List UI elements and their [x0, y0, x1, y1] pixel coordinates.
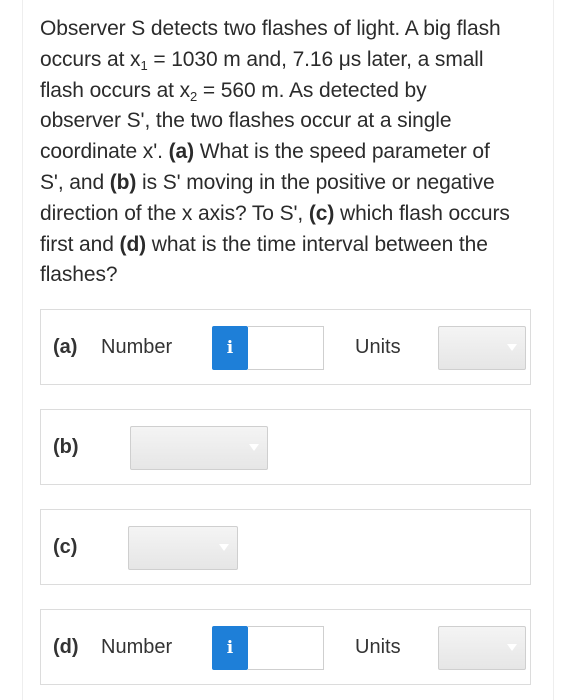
info-icon[interactable]: i [212, 326, 248, 370]
number-input-d[interactable] [248, 626, 324, 670]
flash-select-c[interactable] [128, 526, 238, 570]
number-input-a[interactable] [248, 326, 324, 370]
question-line: occurs at x1 = 1030 m and, 7.16 μs later… [40, 47, 484, 73]
part-label-d: (d) [53, 636, 79, 658]
answer-box-a: (a) Number i Units [40, 309, 531, 385]
question-line: S', and (b) is S' moving in the positive… [40, 170, 495, 194]
units-label-a: Units [355, 336, 401, 358]
question-line: flashes? [40, 263, 118, 287]
chevron-down-icon [507, 644, 517, 651]
info-icon[interactable]: i [212, 626, 248, 670]
number-label-a: Number [101, 336, 173, 358]
part-label-b: (b) [53, 436, 79, 458]
units-label-d: Units [355, 636, 401, 658]
answer-box-c: (c) [40, 509, 531, 585]
chevron-down-icon [249, 444, 259, 451]
question-line: Observer S detects two flashes of light.… [40, 17, 501, 40]
question-line: direction of the x axis? To S', (c) whic… [40, 201, 510, 225]
units-select-a[interactable] [438, 326, 526, 370]
number-label-d: Number [101, 636, 173, 658]
part-label-a: (a) [53, 336, 78, 358]
question-line: flash occurs at x2 = 560 m. As detected … [40, 78, 427, 104]
question-text: Observer S detects two flashes of light.… [40, 14, 540, 291]
chevron-down-icon [219, 544, 229, 551]
answer-box-b: (b) [40, 409, 531, 485]
direction-select-b[interactable] [130, 426, 268, 470]
chevron-down-icon [507, 344, 517, 351]
question-line: coordinate x'. (a) What is the speed par… [40, 140, 490, 164]
part-label-c: (c) [53, 536, 78, 558]
question-line: observer S', the two flashes occur at a … [40, 109, 452, 133]
units-select-d[interactable] [438, 626, 526, 670]
answer-box-d: (d) Number i Units [40, 609, 531, 685]
question-line: first and (d) what is the time interval … [40, 232, 488, 256]
